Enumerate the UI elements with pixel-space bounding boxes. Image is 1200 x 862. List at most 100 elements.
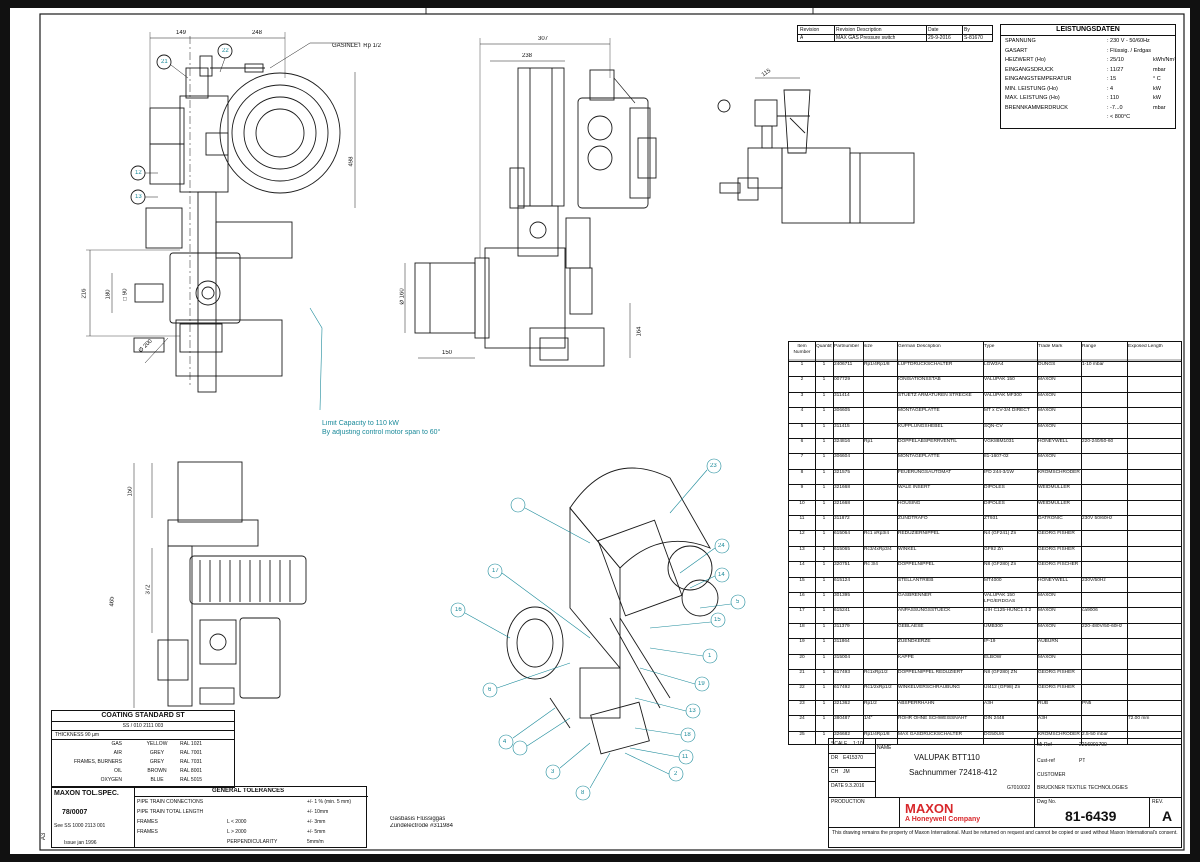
table-cell: 9 [800, 485, 804, 491]
side-view [404, 38, 657, 367]
table-cell [1128, 670, 1182, 684]
table-cell [1128, 454, 1182, 468]
tolerance-cell: +/- 10mm [307, 809, 329, 815]
table-cell: UI412 (GF98) Zn [984, 685, 1021, 691]
rev-letter: A [1162, 809, 1173, 824]
dim-307: 307 [538, 36, 549, 42]
iso-balloon-19: 19 [698, 681, 705, 687]
table-cell: 321362 [834, 700, 851, 706]
performance-data-row: GASART: Flüssig. / Erdgas [1005, 48, 1175, 55]
performance-data-value: : 4 [1107, 85, 1114, 92]
table-cell: HONEYWELL [1038, 577, 1069, 583]
customer-label: CUSTOMER [1037, 772, 1066, 778]
table-cell: Rc1xRp1/2 [864, 670, 888, 675]
name-label: NAME [877, 745, 892, 751]
coating-cell: RAL 5015 [180, 777, 203, 783]
table-cell [1128, 439, 1182, 453]
parts-header: Trade Mark [1038, 344, 1063, 349]
table-cell: GASBRENNER [898, 593, 932, 598]
iso-balloon-6: 6 [488, 687, 492, 693]
table-cell: 617492 [834, 685, 851, 691]
tolerance-cell: L < 2000 [227, 819, 247, 825]
table-cell [864, 470, 896, 484]
table-cell: MAXON [1038, 608, 1056, 614]
table-cell: Rc 3/4 [864, 562, 878, 568]
performance-data-value: : 25/10 [1107, 57, 1124, 63]
gas-inlet-label: GASINLET Rp 1/2 [332, 43, 381, 49]
detail-view [717, 77, 915, 224]
production-value: G7010022 [1007, 785, 1031, 791]
table-cell: 1 [822, 500, 826, 506]
table-cell [864, 593, 896, 607]
table-cell: 1 [822, 700, 826, 706]
table-cell [1128, 639, 1182, 653]
maxon-logo: MAXON A Honeywell Company [903, 800, 1031, 826]
table-cell [1128, 624, 1182, 638]
table-cell [1128, 501, 1182, 515]
tolerance-cell: PERPENDICULARITY [227, 839, 278, 845]
tolerance-cell: +/- 3mm [307, 819, 326, 825]
iso-balloon-1: 1 [708, 653, 712, 659]
table-cell: 25 [799, 731, 805, 737]
coating-cell: FRAMES, BURNERS [73, 759, 122, 765]
performance-data-row: BRENNKAMMERDRUCK: -7...0 mbar [1005, 105, 1175, 112]
table-cell: 1 [822, 516, 826, 521]
table-cell: 5 [800, 423, 804, 429]
table-cell [864, 393, 896, 407]
iso-balloon-15: 15 [714, 617, 721, 623]
balloon-12: 12 [135, 170, 142, 176]
tolerance-cell: L > 2000 [227, 829, 247, 835]
performance-data-box: LEISTUNGSDATEN SPANNUNG: 230 V - 50/60Hz… [1000, 24, 1176, 129]
table-cell [1082, 454, 1126, 468]
coating-cell: OXYGEN [100, 777, 122, 783]
table-cell: 14 [799, 562, 805, 568]
table-cell: 1 [822, 439, 826, 444]
table-cell [1082, 408, 1126, 422]
table-cell: 1/4" [864, 716, 873, 722]
table-cell: 311864 [834, 639, 850, 645]
ch-value: JM [843, 769, 850, 775]
date-value: 9.3.2016 [845, 783, 865, 789]
parts-table: Item Number QuantityPartnumber size German … [788, 341, 1182, 745]
table-cell: Rp1/2 [864, 700, 877, 706]
table-cell: 11 [799, 516, 805, 521]
table-cell: KUPPLUNGSHEBEL [898, 423, 944, 429]
parts-header: Partnumber [834, 344, 860, 349]
performance-data-label: HEIZWERT (Ho) [1005, 57, 1046, 63]
parts-header: Type [984, 344, 995, 349]
tolerance-cell: 5mm/m [307, 839, 324, 845]
table-cell: N4 (GF241) Zn [984, 531, 1017, 537]
table-cell [864, 624, 896, 638]
table-cell: GEORG FISHER [1038, 670, 1075, 675]
table-cell: 615065 [834, 546, 851, 552]
coating-cell: BROWN [147, 768, 167, 774]
dim-465: 465 [109, 596, 116, 607]
coating-cell: RAL 1021 [180, 741, 203, 747]
coating-cell: OIL [113, 768, 122, 774]
table-cell: ZUENDKERZE [898, 639, 931, 645]
table-cell: 6 [800, 439, 804, 444]
rev-header-description: Revision Description [836, 27, 882, 33]
table-cell: 1 [822, 454, 826, 460]
table-cell: Rc3/4xRp3/4 [864, 546, 892, 552]
coating-cell: GREY [149, 759, 165, 765]
table-cell: 1 [822, 670, 826, 675]
coating-thickness: THICKNESS 90 µm [55, 732, 100, 738]
table-cell: WINKEL [898, 546, 917, 552]
cust-ref-label: Cust-ref [1037, 758, 1055, 764]
table-cell [1128, 685, 1182, 699]
table-cell [1128, 516, 1182, 530]
performance-data-value: : 110 [1107, 95, 1119, 101]
iso-balloon-3: 3 [551, 769, 555, 775]
performance-data-row: MAX. LEISTUNG (Ho): 110 kW [1005, 95, 1175, 102]
table-cell [864, 578, 896, 592]
table-cell: 2 [822, 546, 826, 552]
table-cell [1128, 608, 1182, 622]
table-cell: GEBLAESE [898, 623, 924, 629]
dim-180: 180 [105, 289, 112, 300]
table-cell [1082, 485, 1126, 499]
table-cell: VALUPAK 150 LPG/ERDGAS [984, 593, 1016, 604]
tolerance-cell: FRAMES [137, 829, 158, 835]
disclaimer: This drawing remains the property of Max… [832, 830, 1178, 836]
iso-balloon-2: 2 [674, 771, 678, 777]
